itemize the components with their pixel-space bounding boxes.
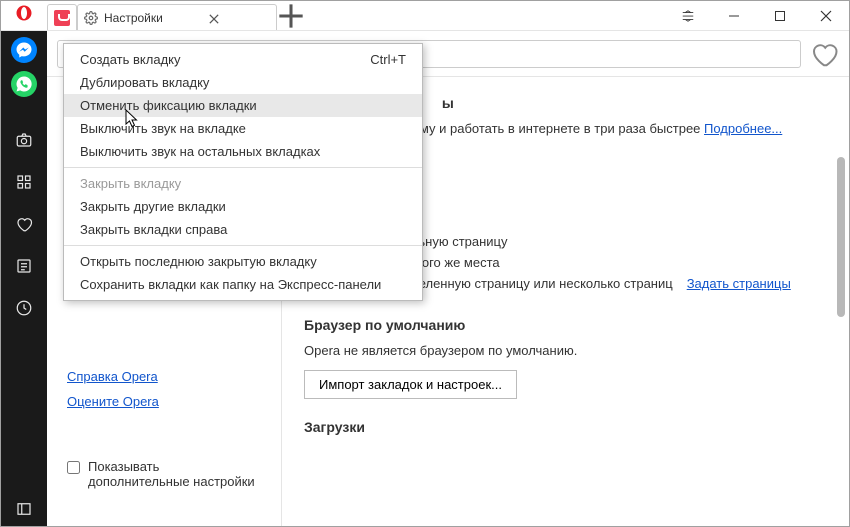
snapshot-icon[interactable]: [7, 123, 41, 157]
cm-label: Создать вкладку: [80, 52, 181, 67]
sidebar-toggle-icon[interactable]: [7, 492, 41, 526]
bookmarks-heart-icon[interactable]: [7, 207, 41, 241]
tab-strip: Настройки: [47, 1, 665, 30]
tab-close-icon[interactable]: [209, 13, 219, 23]
gear-icon: [84, 11, 98, 25]
cm-label: Закрыть вкладку: [80, 176, 181, 191]
cm-mute-other-tabs[interactable]: Выключить звук на остальных вкладках: [64, 140, 422, 163]
messenger-icon[interactable]: [11, 37, 37, 63]
tab-title: Настройки: [104, 11, 163, 25]
cm-unpin-tab[interactable]: Отменить фиксацию вкладки: [64, 94, 422, 117]
import-bookmarks-button[interactable]: Импорт закладок и настроек...: [304, 370, 517, 399]
cm-separator: [64, 167, 422, 168]
set-pages-link[interactable]: Задать страницы: [687, 276, 791, 291]
whatsapp-icon[interactable]: [11, 71, 37, 97]
cm-mute-tab[interactable]: Выключить звук на вкладке: [64, 117, 422, 140]
default-browser-text: Opera не является браузером по умолчанию…: [304, 343, 827, 358]
cm-save-as-speed-dial-folder[interactable]: Сохранить вкладки как папку на Экспресс-…: [64, 273, 422, 296]
minimize-button[interactable]: [711, 1, 757, 30]
opera-logo-icon: [15, 4, 33, 27]
cm-shortcut: Ctrl+T: [370, 52, 406, 67]
cm-close-tab: Закрыть вкладку: [64, 172, 422, 195]
window-controls: [665, 1, 849, 30]
pocket-icon: [54, 10, 70, 26]
cm-label: Закрыть другие вкладки: [80, 199, 226, 214]
cm-new-tab[interactable]: Создать вкладку Ctrl+T: [64, 48, 422, 71]
maximize-button[interactable]: [757, 1, 803, 30]
rate-link[interactable]: Оцените Opera: [67, 394, 261, 409]
opera-menu-button[interactable]: [1, 1, 47, 30]
cm-label: Выключить звук на остальных вкладках: [80, 144, 320, 159]
news-icon[interactable]: [7, 249, 41, 283]
tab-settings[interactable]: Настройки: [77, 4, 277, 30]
tab-context-menu: Создать вкладку Ctrl+T Дублировать вклад…: [63, 43, 423, 301]
cm-label: Отменить фиксацию вкладки: [80, 98, 257, 113]
cm-label: Открыть последнюю закрытую вкладку: [80, 254, 317, 269]
cm-label: Сохранить вкладки как папку на Экспресс-…: [80, 277, 381, 292]
cm-separator: [64, 245, 422, 246]
easy-setup-button[interactable]: [665, 1, 711, 30]
help-link[interactable]: Справка Opera: [67, 369, 261, 384]
titlebar: Настройки: [1, 1, 849, 31]
cm-close-tabs-right[interactable]: Закрыть вкладки справа: [64, 218, 422, 241]
cm-reopen-closed-tab[interactable]: Открыть последнюю закрытую вкладку: [64, 250, 422, 273]
cm-label: Закрыть вкладки справа: [80, 222, 227, 237]
default-browser-title: Браузер по умолчанию: [304, 317, 827, 333]
pinned-tab-pocket[interactable]: [47, 4, 77, 30]
advanced-checkbox-label: Показывать дополнительные настройки: [88, 459, 261, 489]
new-tab-button[interactable]: [277, 2, 305, 30]
left-rail: [1, 31, 47, 526]
speed-dial-icon[interactable]: [7, 165, 41, 199]
cm-duplicate-tab[interactable]: Дублировать вкладку: [64, 71, 422, 94]
downloads-title: Загрузки: [304, 419, 827, 435]
cm-label: Выключить звук на вкладке: [80, 121, 246, 136]
cm-close-other-tabs[interactable]: Закрыть другие вкладки: [64, 195, 422, 218]
bookmark-page-icon[interactable]: [809, 39, 839, 69]
advanced-checkbox-input[interactable]: [67, 461, 80, 474]
history-icon[interactable]: [7, 291, 41, 325]
scrollbar-thumb[interactable]: [837, 157, 845, 317]
advanced-settings-checkbox[interactable]: Показывать дополнительные настройки: [67, 459, 261, 489]
window-close-button[interactable]: [803, 1, 849, 30]
ad-learn-more-link[interactable]: Подробнее...: [704, 121, 782, 136]
cm-label: Дублировать вкладку: [80, 75, 209, 90]
